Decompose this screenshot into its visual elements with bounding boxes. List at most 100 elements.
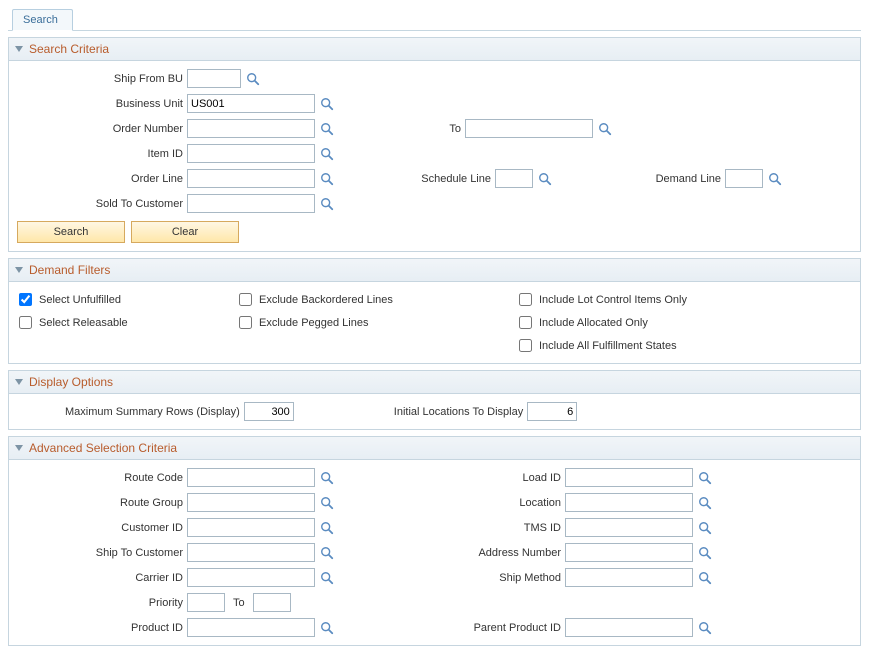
checkbox-input[interactable] bbox=[519, 339, 532, 352]
lookup-icon[interactable] bbox=[319, 570, 334, 585]
customer-id-label: Customer ID bbox=[15, 522, 187, 534]
demand-line-input[interactable] bbox=[725, 169, 763, 188]
priority-to-label: To bbox=[225, 597, 253, 609]
product-id-input[interactable] bbox=[187, 618, 315, 637]
business-unit-input[interactable] bbox=[187, 94, 315, 113]
lookup-icon[interactable] bbox=[697, 520, 712, 535]
lookup-icon[interactable] bbox=[697, 545, 712, 560]
route-code-input[interactable] bbox=[187, 468, 315, 487]
lookup-icon[interactable] bbox=[767, 171, 782, 186]
lookup-icon[interactable] bbox=[319, 96, 334, 111]
collapse-icon bbox=[15, 445, 23, 451]
parent-product-id-label: Parent Product ID bbox=[405, 622, 565, 634]
tms-id-label: TMS ID bbox=[405, 522, 565, 534]
ship-method-input[interactable] bbox=[565, 568, 693, 587]
route-group-label: Route Group bbox=[15, 497, 187, 509]
checkbox-input[interactable] bbox=[19, 316, 32, 329]
order-line-input[interactable] bbox=[187, 169, 315, 188]
order-number-to-label: To bbox=[405, 123, 465, 135]
lookup-icon[interactable] bbox=[697, 570, 712, 585]
clear-button[interactable]: Clear bbox=[131, 221, 239, 243]
lookup-icon[interactable] bbox=[319, 545, 334, 560]
collapse-icon bbox=[15, 267, 23, 273]
sold-to-customer-input[interactable] bbox=[187, 194, 315, 213]
location-input[interactable] bbox=[565, 493, 693, 512]
checkbox-label: Select Unfulfilled bbox=[39, 294, 121, 306]
lookup-icon[interactable] bbox=[319, 495, 334, 510]
lookup-icon[interactable] bbox=[319, 520, 334, 535]
ship-from-bu-label: Ship From BU bbox=[15, 73, 187, 85]
section-title: Demand Filters bbox=[29, 263, 110, 277]
initial-locations-input[interactable] bbox=[527, 402, 577, 421]
order-number-input[interactable] bbox=[187, 119, 315, 138]
lookup-icon[interactable] bbox=[319, 620, 334, 635]
carrier-id-label: Carrier ID bbox=[15, 572, 187, 584]
lookup-icon[interactable] bbox=[319, 121, 334, 136]
order-line-label: Order Line bbox=[15, 173, 187, 185]
product-id-label: Product ID bbox=[15, 622, 187, 634]
carrier-id-input[interactable] bbox=[187, 568, 315, 587]
section-header-search-criteria[interactable]: Search Criteria bbox=[8, 37, 861, 61]
lookup-icon[interactable] bbox=[319, 470, 334, 485]
demand-line-label: Demand Line bbox=[635, 173, 725, 185]
load-id-input[interactable] bbox=[565, 468, 693, 487]
checkbox-label: Include All Fulfillment States bbox=[539, 340, 677, 352]
search-button[interactable]: Search bbox=[17, 221, 125, 243]
section-demand-filters: Demand Filters Select Unfulfilled Exclud… bbox=[8, 258, 861, 364]
parent-product-id-input[interactable] bbox=[565, 618, 693, 637]
order-number-to-input[interactable] bbox=[465, 119, 593, 138]
lookup-icon[interactable] bbox=[319, 171, 334, 186]
ship-method-label: Ship Method bbox=[405, 572, 565, 584]
item-id-label: Item ID bbox=[15, 148, 187, 160]
checkbox-label: Exclude Pegged Lines bbox=[259, 317, 368, 329]
checkbox-input[interactable] bbox=[239, 316, 252, 329]
lookup-icon[interactable] bbox=[597, 121, 612, 136]
schedule-line-input[interactable] bbox=[495, 169, 533, 188]
priority-to-input[interactable] bbox=[253, 593, 291, 612]
collapse-icon bbox=[15, 379, 23, 385]
initial-locations-label: Initial Locations To Display bbox=[394, 406, 527, 418]
tab-search[interactable]: Search bbox=[12, 9, 73, 31]
order-number-label: Order Number bbox=[15, 123, 187, 135]
checkbox-label: Exclude Backordered Lines bbox=[259, 294, 393, 306]
checkbox-label: Include Allocated Only bbox=[539, 317, 648, 329]
ship-to-customer-label: Ship To Customer bbox=[15, 547, 187, 559]
checkbox-input[interactable] bbox=[519, 293, 532, 306]
priority-from-input[interactable] bbox=[187, 593, 225, 612]
ship-to-customer-input[interactable] bbox=[187, 543, 315, 562]
sold-to-customer-label: Sold To Customer bbox=[15, 198, 187, 210]
section-header-demand-filters[interactable]: Demand Filters bbox=[8, 258, 861, 282]
select-unfulfilled-checkbox[interactable]: Select Unfulfilled bbox=[15, 290, 235, 309]
exclude-pegged-checkbox[interactable]: Exclude Pegged Lines bbox=[235, 313, 515, 332]
include-allocated-checkbox[interactable]: Include Allocated Only bbox=[515, 313, 835, 332]
checkbox-input[interactable] bbox=[519, 316, 532, 329]
checkbox-input[interactable] bbox=[19, 293, 32, 306]
lookup-icon[interactable] bbox=[319, 146, 334, 161]
section-header-advanced[interactable]: Advanced Selection Criteria bbox=[8, 436, 861, 460]
route-code-label: Route Code bbox=[15, 472, 187, 484]
lookup-icon[interactable] bbox=[697, 620, 712, 635]
lookup-icon[interactable] bbox=[697, 495, 712, 510]
route-group-input[interactable] bbox=[187, 493, 315, 512]
tms-id-input[interactable] bbox=[565, 518, 693, 537]
lookup-icon[interactable] bbox=[697, 470, 712, 485]
location-label: Location bbox=[405, 497, 565, 509]
include-all-states-checkbox[interactable]: Include All Fulfillment States bbox=[515, 336, 835, 355]
lookup-icon[interactable] bbox=[537, 171, 552, 186]
include-lot-checkbox[interactable]: Include Lot Control Items Only bbox=[515, 290, 835, 309]
checkbox-input[interactable] bbox=[239, 293, 252, 306]
max-rows-input[interactable] bbox=[244, 402, 294, 421]
business-unit-label: Business Unit bbox=[15, 98, 187, 110]
customer-id-input[interactable] bbox=[187, 518, 315, 537]
address-number-input[interactable] bbox=[565, 543, 693, 562]
ship-from-bu-input[interactable] bbox=[187, 69, 241, 88]
item-id-input[interactable] bbox=[187, 144, 315, 163]
lookup-icon[interactable] bbox=[319, 196, 334, 211]
exclude-backordered-checkbox[interactable]: Exclude Backordered Lines bbox=[235, 290, 515, 309]
lookup-icon[interactable] bbox=[245, 71, 260, 86]
section-advanced-criteria: Advanced Selection Criteria Route Code L… bbox=[8, 436, 861, 646]
select-releasable-checkbox[interactable]: Select Releasable bbox=[15, 313, 235, 332]
section-header-display-options[interactable]: Display Options bbox=[8, 370, 861, 394]
section-title: Search Criteria bbox=[29, 42, 109, 56]
priority-label: Priority bbox=[15, 597, 187, 609]
